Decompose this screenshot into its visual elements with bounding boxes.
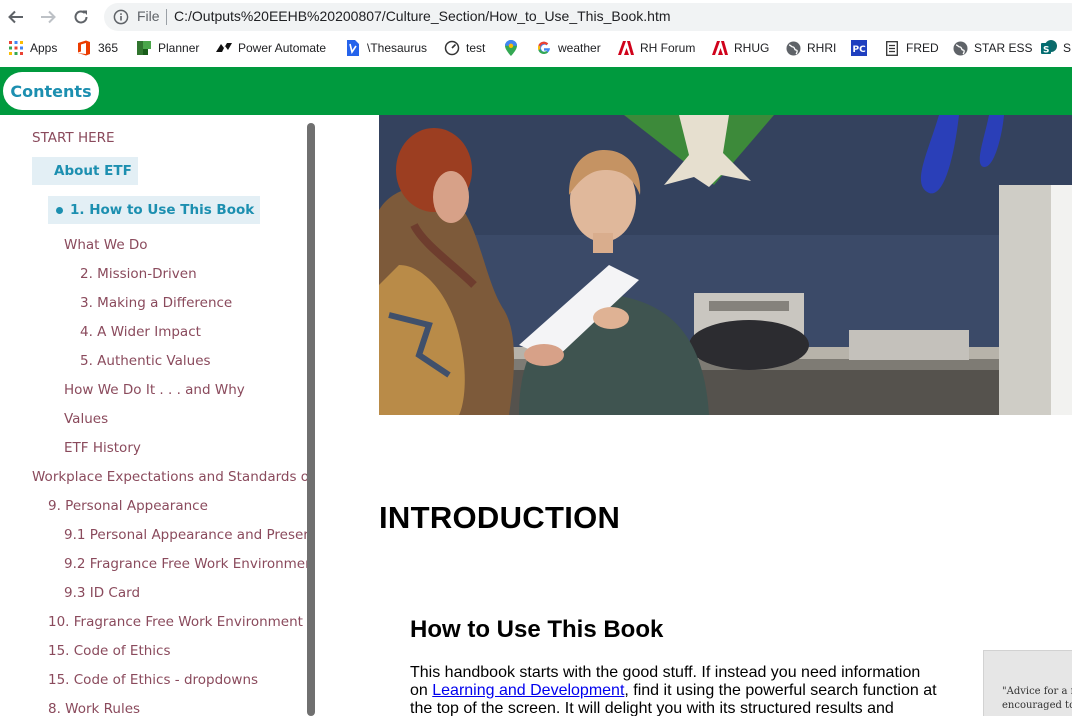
toc-item-code-of-ethics-dropdowns[interactable]: 15. Code of Ethics - dropdowns	[48, 670, 258, 690]
bookmark-label: RHRI	[807, 41, 837, 55]
back-button[interactable]	[5, 6, 27, 28]
toc-item-etf-history[interactable]: ETF History	[64, 438, 141, 458]
advice-card-line: "Advice for a n	[1002, 686, 1072, 697]
intro-paragraph: This handbook starts with the good stuff…	[410, 664, 950, 716]
bookmark-rhri[interactable]: RHRI	[785, 39, 836, 57]
app-header: Contents	[0, 67, 1072, 115]
bookmark-rhug[interactable]: RHUG	[712, 39, 769, 57]
url-bar[interactable]: File C:/Outputs%20EEHB%20200807/Culture_…	[104, 3, 1072, 31]
bookmark-label: \Thesaurus	[367, 41, 428, 55]
learning-development-link[interactable]: Learning and Development	[432, 682, 624, 699]
reload-icon	[74, 10, 88, 24]
toc-item-code-of-ethics[interactable]: 15. Code of Ethics	[48, 641, 171, 661]
bookmark-365[interactable]: 365	[76, 39, 118, 57]
sidebar-scrollbar[interactable]	[307, 123, 315, 716]
bookmark-power-automate[interactable]: Power Automate	[216, 39, 326, 57]
pc-icon: PC	[851, 40, 867, 56]
advice-card-line: encouraged to E	[1002, 699, 1072, 713]
bookmark-label: 365	[98, 41, 119, 55]
maps-pin-icon	[503, 40, 519, 56]
toc-item-about-etf[interactable]: About ETF	[32, 157, 138, 185]
toc-item-authentic-values[interactable]: 5. Authentic Values	[80, 351, 211, 371]
toc-item-label: 1. How to Use This Book	[70, 202, 255, 218]
bookmark-label: test	[466, 41, 486, 55]
toc-item-a-wider-impact[interactable]: 4. A Wider Impact	[80, 322, 201, 342]
toc-item-making-a-difference[interactable]: 3. Making a Difference	[80, 293, 232, 313]
thesaurus-icon	[345, 40, 361, 56]
bookmark-weather[interactable]: weather	[536, 39, 601, 57]
toc-item-personal-appearance-presentation[interactable]: 9.1 Personal Appearance and Preser	[64, 525, 308, 545]
bookmark-test[interactable]: test	[444, 39, 485, 57]
bookmark-label: FRED	[906, 41, 939, 55]
browser-address-bar: File C:/Outputs%20EEHB%20200807/Culture_…	[0, 0, 1072, 34]
toc-sidebar: START HERE About ETF 1. How to Use This …	[0, 115, 308, 716]
bookmark-star-ess[interactable]: STAR ESS	[952, 39, 1032, 57]
paragraph-line: on Learning and Development, find it usi…	[410, 682, 950, 700]
active-bullet-icon	[56, 207, 63, 214]
bookmark-planner[interactable]: Planner	[136, 39, 199, 57]
globe-icon	[785, 40, 801, 56]
bookmark-label: STAR ESS	[974, 41, 1033, 55]
bookmark-pc[interactable]: PC	[851, 39, 873, 57]
document-icon	[884, 40, 900, 56]
bookmark-rh-forum[interactable]: RH Forum	[618, 39, 695, 57]
paragraph-line: This handbook starts with the good stuff…	[410, 664, 921, 681]
toc-item-how-to-use-this-book[interactable]: 1. How to Use This Book	[48, 196, 261, 224]
bookmark-label: Apps	[30, 41, 58, 55]
bookmark-label: RHUG	[734, 41, 770, 55]
toc-item-start-here[interactable]: START HERE	[32, 128, 115, 148]
toc-item-id-card[interactable]: 9.3 ID Card	[64, 583, 140, 603]
bookmark-label: RH Forum	[640, 41, 696, 55]
toc-item-mission-driven[interactable]: 2. Mission-Driven	[80, 264, 197, 284]
rhug-icon	[712, 40, 728, 56]
paragraph-text: on	[410, 682, 433, 699]
apps-grid-icon	[8, 40, 24, 56]
forward-arrow-icon	[41, 10, 56, 24]
power-automate-icon	[216, 40, 232, 56]
reload-button[interactable]	[70, 6, 92, 28]
rh-forum-icon	[618, 40, 634, 56]
back-arrow-icon	[8, 10, 23, 24]
advice-card-text: "Advice for a n encouraged to E	[1002, 685, 1072, 713]
bookmark-maps[interactable]	[503, 39, 525, 57]
toc-item-how-we-do-it[interactable]: How We Do It . . . and Why	[64, 380, 245, 400]
toc-item-personal-appearance[interactable]: 9. Personal Appearance	[48, 496, 208, 516]
url-text[interactable]: C:/Outputs%20EEHB%20200807/Culture_Secti…	[174, 8, 671, 24]
office-365-icon	[76, 40, 92, 56]
bookmarks-bar: Apps 365 Planner Power Automate \Thesaur…	[0, 34, 1072, 62]
sharepoint-icon: S	[1041, 40, 1057, 56]
toc-item-values[interactable]: Values	[64, 409, 108, 429]
contents-button[interactable]: Contents	[3, 72, 99, 110]
speedometer-icon	[444, 40, 460, 56]
advice-card: "Advice for a n encouraged to E	[983, 650, 1072, 716]
paragraph-line: the top of the screen. It will delight y…	[410, 700, 894, 716]
bookmark-sharepoint[interactable]: S S	[1041, 39, 1071, 57]
url-separator	[166, 9, 167, 25]
hero-photo	[379, 115, 1072, 415]
svg-text:S: S	[1043, 46, 1049, 56]
forward-button[interactable]	[37, 6, 59, 28]
bookmark-label: S	[1063, 41, 1072, 55]
planner-icon	[136, 40, 152, 56]
globe-icon	[952, 40, 968, 56]
google-icon	[536, 40, 552, 56]
toc-item-fragrance-free-10[interactable]: 10. Fragrance Free Work Environment	[48, 612, 303, 632]
bookmark-label: Power Automate	[238, 41, 327, 55]
toc-item-what-we-do[interactable]: What We Do	[64, 235, 148, 255]
intro-heading: INTRODUCTION	[379, 500, 621, 535]
toc-item-workplace-expectations[interactable]: Workplace Expectations and Standards o	[32, 467, 308, 487]
paragraph-text: , find it using the powerful search func…	[624, 682, 937, 699]
advice-card-text: encouraged to	[1002, 700, 1072, 711]
svg-text:PC: PC	[853, 45, 867, 55]
bookmark-label: weather	[558, 41, 601, 55]
bookmark-label: Planner	[158, 41, 200, 55]
bookmark-fred[interactable]: FRED	[884, 39, 939, 57]
info-icon[interactable]	[113, 9, 129, 25]
bookmark-thesaurus[interactable]: \Thesaurus	[345, 39, 427, 57]
section-heading: How to Use This Book	[410, 616, 664, 643]
bookmark-apps[interactable]: Apps	[8, 39, 57, 57]
toc-item-fragrance-free-9-2[interactable]: 9.2 Fragrance Free Work Environmer	[64, 554, 308, 574]
url-scheme-label: File	[137, 8, 160, 24]
toc-item-work-rules[interactable]: 8. Work Rules	[48, 699, 140, 716]
